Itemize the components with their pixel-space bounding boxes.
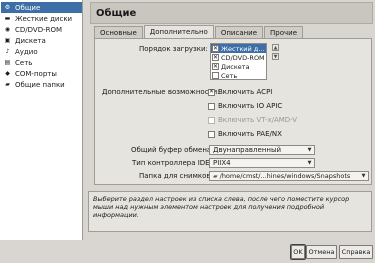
checkbox-box[interactable]: ✕ bbox=[208, 88, 215, 96]
ide-controller-value: PIIX4 bbox=[213, 159, 231, 167]
tab-advanced[interactable]: Дополнительно bbox=[143, 25, 214, 38]
boot-item-label: Сеть bbox=[221, 71, 238, 80]
folder-icon: ▰ bbox=[213, 172, 218, 180]
sidebar-item-label: Жесткие диски bbox=[15, 14, 73, 23]
ide-controller-select[interactable]: PIIX4 ▼ bbox=[209, 158, 315, 168]
chevron-down-icon: ▼ bbox=[307, 160, 312, 166]
clipboard-value: Двунаправленный bbox=[213, 146, 282, 154]
tab-description[interactable]: Описание bbox=[214, 26, 264, 38]
sidebar-item-audio[interactable]: ♪ Аудио bbox=[1, 46, 82, 57]
network-icon: ▤ bbox=[4, 58, 11, 66]
chevron-down-icon: ▼ bbox=[307, 147, 312, 153]
acpi-checkbox[interactable]: ✕ Включить ACPI bbox=[208, 88, 272, 96]
boot-item-hard-disk[interactable]: ✕ Жесткий д... bbox=[211, 44, 266, 53]
snapshots-label: Папка для снимков: bbox=[139, 172, 213, 180]
cd-rom-icon: ◉ bbox=[4, 25, 11, 33]
sidebar-item-floppy[interactable]: ▣ Дискета bbox=[1, 35, 82, 46]
page-title: Общие bbox=[90, 2, 373, 24]
clipboard-label: Общий буфер обмена: bbox=[131, 146, 214, 154]
boot-item-network[interactable]: Сеть bbox=[211, 71, 266, 80]
advanced-panel: Порядок загрузки: ✕ Жесткий д... ✕ CD/DV… bbox=[94, 38, 372, 185]
tab-other[interactable]: Прочие bbox=[264, 26, 304, 38]
sidebar-item-network[interactable]: ▤ Сеть bbox=[1, 57, 82, 68]
snapshots-path: ▰ /home/cmst/...hines/windows/Snapshots bbox=[213, 172, 350, 180]
boot-item-checkbox[interactable]: ✕ bbox=[212, 63, 219, 70]
sidebar-item-label: Дискета bbox=[15, 36, 46, 45]
boot-order-label: Порядок загрузки: bbox=[139, 45, 208, 53]
sidebar-item-shared-folders[interactable]: ▰ Общие папки bbox=[1, 79, 82, 90]
sidebar-item-label: COM-порты bbox=[15, 69, 57, 78]
chevron-down-icon: ▼ bbox=[361, 173, 366, 179]
boot-item-checkbox[interactable] bbox=[212, 72, 219, 79]
floppy-icon: ▣ bbox=[4, 36, 11, 44]
sidebar-item-label: Сеть bbox=[15, 58, 33, 67]
sidebar-item-label: Аудио bbox=[15, 47, 38, 56]
help-button[interactable]: Справка bbox=[339, 245, 373, 259]
ok-button[interactable]: OK bbox=[290, 244, 306, 260]
boot-item-label: Дискета bbox=[221, 62, 250, 71]
sidebar-item-label: Общие папки bbox=[15, 80, 65, 89]
checkbox-label: Включить VT-x/AMD-V bbox=[218, 116, 298, 124]
move-up-icon[interactable]: ▲ bbox=[272, 44, 279, 51]
shared-folder-icon: ▰ bbox=[5, 80, 10, 88]
io-apic-checkbox[interactable]: Включить IO APIC bbox=[208, 102, 282, 110]
boot-order-list: ✕ Жесткий д... ✕ CD/DVD-ROM ✕ Дискета Се… bbox=[210, 43, 267, 80]
snapshots-folder-select[interactable]: ▰ /home/cmst/...hines/windows/Snapshots … bbox=[209, 171, 369, 181]
snapshots-value: /home/cmst/...hines/windows/Snapshots bbox=[219, 172, 351, 180]
features-label: Дополнительные возможности: bbox=[102, 88, 220, 96]
vtx-checkbox[interactable]: Включить VT-x/AMD-V bbox=[208, 116, 297, 124]
audio-icon: ♪ bbox=[5, 47, 10, 55]
move-down-icon[interactable]: ▼ bbox=[272, 53, 279, 60]
sidebar-item-hard-disks[interactable]: ▬ Жесткие диски bbox=[1, 13, 82, 24]
sidebar-item-label: Общие bbox=[15, 3, 41, 12]
boot-item-label: CD/DVD-ROM bbox=[221, 53, 265, 62]
ide-controller-label: Тип контроллера IDE: bbox=[132, 159, 212, 167]
cancel-button[interactable]: Отмена bbox=[306, 245, 337, 259]
clipboard-select[interactable]: Двунаправленный ▼ bbox=[209, 145, 315, 155]
boot-item-checkbox[interactable]: ✕ bbox=[212, 54, 219, 61]
checkbox-box[interactable] bbox=[208, 102, 215, 110]
hard-disk-icon: ▬ bbox=[4, 14, 11, 22]
checkbox-box[interactable] bbox=[208, 130, 215, 138]
gear-icon: ⚙ bbox=[4, 3, 11, 11]
checkbox-box[interactable] bbox=[208, 116, 215, 124]
boot-order-arrows: ▲ ▼ bbox=[272, 44, 279, 62]
settings-window: ⚙ Общие ▬ Жесткие диски ◉ CD/DVD-ROM ▣ Д… bbox=[0, 0, 375, 263]
boot-item-checkbox[interactable]: ✕ bbox=[212, 45, 219, 52]
checkbox-label: Включить IO APIC bbox=[218, 102, 283, 110]
com-port-icon: ◆ bbox=[5, 69, 10, 77]
hint-box: Выберите раздел настроек из списка слева… bbox=[88, 191, 372, 232]
checkbox-label: Включить PAE/NX bbox=[218, 130, 282, 138]
tab-bar: Основные Дополнительно Описание Прочие bbox=[94, 25, 304, 38]
settings-sidebar: ⚙ Общие ▬ Жесткие диски ◉ CD/DVD-ROM ▣ Д… bbox=[0, 0, 83, 240]
sidebar-item-cd-dvd[interactable]: ◉ CD/DVD-ROM bbox=[1, 24, 82, 35]
sidebar-item-general[interactable]: ⚙ Общие bbox=[1, 2, 82, 13]
boot-item-cd-dvd[interactable]: ✕ CD/DVD-ROM bbox=[211, 53, 266, 62]
boot-item-floppy[interactable]: ✕ Дискета bbox=[211, 62, 266, 71]
sidebar-item-label: CD/DVD-ROM bbox=[15, 25, 63, 34]
boot-item-label: Жесткий д... bbox=[221, 44, 265, 53]
checkbox-label: Включить ACPI bbox=[218, 88, 273, 96]
tab-basic[interactable]: Основные bbox=[94, 26, 143, 38]
pae-nx-checkbox[interactable]: Включить PAE/NX bbox=[208, 130, 282, 138]
sidebar-item-com-ports[interactable]: ◆ COM-порты bbox=[1, 68, 82, 79]
